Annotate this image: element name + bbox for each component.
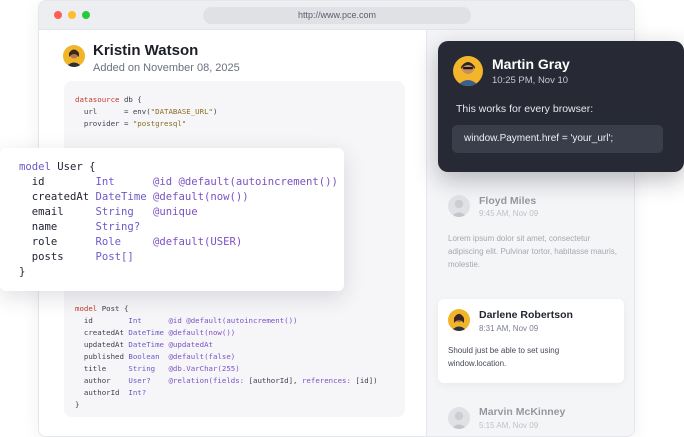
commenter-avatar xyxy=(453,56,483,86)
comment-body-line: Should just be able to set using xyxy=(448,346,560,355)
comment-item[interactable]: Floyd Miles 9:45 AM, Nov 09 Lorem ipsum … xyxy=(438,186,624,278)
author-avatar xyxy=(63,45,85,67)
commenter-name[interactable]: Martin Gray xyxy=(492,56,570,72)
code-line: title String @db.VarChar(255) xyxy=(75,364,240,373)
comment-body: Lorem ipsum dolor sit amet, consectetur … xyxy=(448,234,617,269)
minimize-window-button[interactable] xyxy=(68,11,76,19)
user-model-card: model User { id Int @id @default(autoinc… xyxy=(0,148,344,291)
code-line: provider = "postgresql" xyxy=(75,119,187,128)
code-line: published Boolean @default(false) xyxy=(75,352,236,361)
code-line: name String? xyxy=(19,221,141,233)
comment-item[interactable]: Marvin McKinney 5:15 AM, Nov 09 xyxy=(438,398,624,437)
code-line: id Int @id @default(autoincrement()) xyxy=(75,316,298,325)
code-line: } xyxy=(75,400,80,409)
comment-time: 10:25 PM, Nov 10 xyxy=(492,75,569,86)
code-line: authorId Int? xyxy=(75,388,147,397)
code-line: role Role @default(USER) xyxy=(19,236,243,248)
post-model-code: model Post { id Int @id @default(autoinc… xyxy=(75,303,378,411)
person-icon xyxy=(66,49,82,67)
commenter-name[interactable]: Marvin McKinney xyxy=(479,406,565,418)
address-bar[interactable]: http://www.pce.com xyxy=(203,7,471,24)
code-line: createdAt DateTime @default(now()) xyxy=(19,191,249,203)
code-line: posts Post[] xyxy=(19,251,134,263)
code-line: model User { xyxy=(19,161,96,173)
person-icon xyxy=(451,411,467,429)
datasource-code: datasource db { url = env("DATABASE_URL"… xyxy=(75,94,217,130)
code-line: createdAt DateTime @default(now()) xyxy=(75,328,236,337)
comment-body: Should just be able to set using window.… xyxy=(448,344,618,370)
code-line: } xyxy=(19,266,26,278)
comment-code-snippet: window.Payment.href = 'your_url'; xyxy=(452,125,663,153)
commenter-name[interactable]: Darlene Robertson xyxy=(479,309,573,321)
comment-time: 8:31 AM, Nov 09 xyxy=(479,324,539,333)
maximize-window-button[interactable] xyxy=(82,11,90,19)
commenter-avatar xyxy=(448,195,470,217)
featured-comment[interactable]: Martin Gray 10:25 PM, Nov 10 This works … xyxy=(438,41,684,172)
code-line: id Int @id @default(autoincrement()) xyxy=(19,176,338,188)
comment-body-line: window.location. xyxy=(448,359,507,368)
code-line: model Post { xyxy=(75,304,129,313)
comment-time: 5:15 AM, Nov 09 xyxy=(479,421,539,430)
author-name[interactable]: Kristin Watson xyxy=(93,42,198,59)
code-line: url = env("DATABASE_URL") xyxy=(75,107,218,116)
browser-chrome: http://www.pce.com xyxy=(39,1,634,30)
code-line: datasource db { xyxy=(75,95,142,104)
code-line: author User? @relation(fields: [authorId… xyxy=(75,376,378,385)
comment-time: 9:45 AM, Nov 09 xyxy=(479,209,539,218)
code-line: email String @unique xyxy=(19,206,198,218)
commenter-name[interactable]: Floyd Miles xyxy=(479,195,536,207)
comment-text: This works for every browser: xyxy=(456,103,594,115)
commenter-avatar xyxy=(448,407,470,429)
person-icon xyxy=(457,62,479,86)
comment-item[interactable]: Darlene Robertson 8:31 AM, Nov 09 Should… xyxy=(438,299,624,383)
user-model-code: model User { id Int @id @default(autoinc… xyxy=(19,160,338,280)
post-date: Added on November 08, 2025 xyxy=(93,62,240,74)
code-line: updatedAt DateTime @updatedAt xyxy=(75,340,213,349)
person-icon xyxy=(451,313,467,331)
commenter-avatar xyxy=(448,309,470,331)
close-window-button[interactable] xyxy=(54,11,62,19)
person-icon xyxy=(451,199,467,217)
